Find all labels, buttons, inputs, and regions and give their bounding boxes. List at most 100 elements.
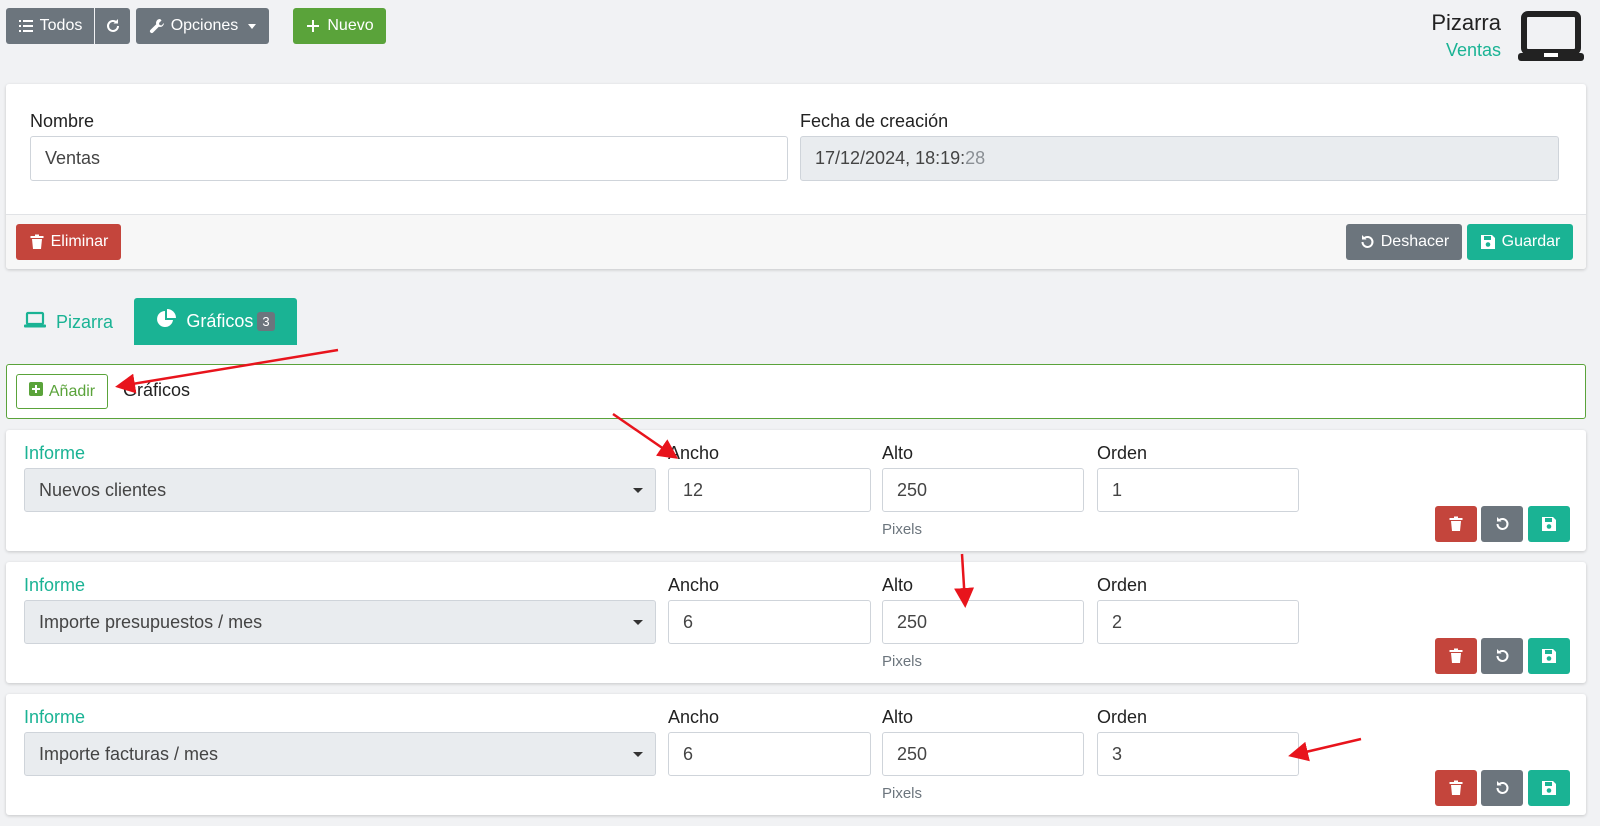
chevron-down-icon [633,488,643,493]
tab-pizarra[interactable]: Pizarra [18,300,119,344]
row-1-orden-value: 1 [1112,479,1123,500]
row-1-undo-button[interactable] [1481,506,1523,542]
charts-panel-header [6,364,1586,419]
row-3-orden-label: Orden [1097,707,1148,727]
opciones-button[interactable]: Opciones [136,8,269,44]
row-3-ancho-input[interactable]: 6 [668,732,871,776]
row-3-alto-label: Alto [882,707,914,727]
save-icon [1480,234,1496,250]
plus-icon [305,18,321,34]
row-3-delete-button[interactable] [1435,770,1477,806]
row-3-undo-button[interactable] [1481,770,1523,806]
eliminar-label: Eliminar [50,233,109,250]
eliminar-button[interactable]: Eliminar [16,224,121,260]
row-3-ancho-value: 6 [683,743,694,764]
tab-graficos-label: Gráficos [186,311,254,331]
save-icon [1541,516,1557,532]
row-3-informe-select[interactable]: Importe facturas / mes [24,732,656,776]
row-3-alto-value: 250 [897,743,928,764]
pie-chart-icon [156,309,177,334]
wrench-icon [149,18,165,34]
row-2-orden-label: Orden [1097,575,1148,595]
trash-icon [1448,648,1464,664]
add-chart-button[interactable]: Añadir [16,374,108,409]
laptop-icon [24,311,46,334]
row-1-orden-label: Orden [1097,443,1148,463]
row-2-alto-input[interactable]: 250 [882,600,1084,644]
row-3-ancho-label: Ancho [668,707,720,727]
nombre-input[interactable]: Ventas [30,136,788,181]
row-3-orden-input[interactable]: 3 [1097,732,1299,776]
row-1-orden-input[interactable]: 1 [1097,468,1299,512]
row-1-save-button[interactable] [1528,506,1570,542]
row-2-orden-value: 2 [1112,611,1123,632]
save-icon [1541,780,1557,796]
add-chart-label: Añadir [48,382,96,400]
todos-label: Todos [39,17,83,34]
row-1-alto-input[interactable]: 250 [882,468,1084,512]
row-3-alto-hint: Pixels [882,785,923,802]
tab-graficos[interactable]: Gráficos 3 [134,298,297,345]
fecha-value: 17/12/2024, 18:19: [815,148,966,168]
save-icon [1541,648,1557,664]
row-3-orden-value: 3 [1112,743,1123,764]
nombre-label: Nombre [30,111,95,131]
row-2-informe-select[interactable]: Importe presupuestos / mes [24,600,656,644]
nombre-value: Ventas [45,148,101,168]
row-1-informe-label: Informe [24,443,86,463]
row-2-alto-value: 250 [897,611,928,632]
deshacer-label: Deshacer [1380,233,1450,250]
row-1-alto-hint: Pixels [882,521,923,538]
row-2-ancho-value: 6 [683,611,694,632]
row-2-save-button[interactable] [1528,638,1570,674]
row-2-undo-button[interactable] [1481,638,1523,674]
row-3-alto-input[interactable]: 250 [882,732,1084,776]
todos-button[interactable]: Todos [6,8,94,44]
fecha-label: Fecha de creación [800,111,949,131]
row-1-ancho-label: Ancho [668,443,720,463]
row-1-informe-value: Nuevos clientes [39,479,167,500]
chevron-down-icon [633,752,643,757]
nuevo-label: Nuevo [327,17,374,34]
opciones-label: Opciones [170,17,239,34]
trash-icon [29,234,45,250]
refresh-icon [105,18,121,34]
undo-icon [1359,234,1375,250]
fecha-input: 17/12/2024, 18:19: 28 [800,136,1559,181]
charts-panel-title: Gráficos [123,380,191,400]
nuevo-button[interactable]: Nuevo [293,8,386,44]
row-2-ancho-input[interactable]: 6 [668,600,871,644]
row-2-orden-input[interactable]: 2 [1097,600,1299,644]
row-1-ancho-input[interactable]: 12 [668,468,871,512]
trash-icon [1448,516,1464,532]
row-2-ancho-label: Ancho [668,575,720,595]
row-1-alto-value: 250 [897,479,928,500]
page-title: Pizarra [1431,10,1501,35]
guardar-label: Guardar [1501,233,1561,250]
guardar-button[interactable]: Guardar [1467,224,1573,260]
row-1-ancho-value: 12 [683,479,704,500]
row-2-informe-label: Informe [24,575,86,595]
chevron-down-icon [248,23,257,29]
row-3-save-button[interactable] [1528,770,1570,806]
row-3-informe-value: Importe facturas / mes [39,743,219,764]
undo-icon [1494,516,1510,532]
undo-icon [1494,648,1510,664]
refresh-button[interactable] [95,8,130,44]
tab-pizarra-label: Pizarra [56,311,114,332]
row-2-delete-button[interactable] [1435,638,1477,674]
page-subtitle: Ventas [1445,40,1501,60]
row-3-informe-label: Informe [24,707,86,727]
row-1-alto-label: Alto [882,443,914,463]
row-2-alto-hint: Pixels [882,653,923,670]
laptop-icon [1518,11,1584,68]
trash-icon [1448,780,1464,796]
deshacer-button[interactable]: Deshacer [1346,224,1462,260]
row-1-informe-select[interactable]: Nuevos clientes [24,468,656,512]
chevron-down-icon [633,620,643,625]
fecha-seconds: 28 [965,148,986,168]
tab-graficos-badge: 3 [257,312,275,331]
row-2-informe-value: Importe presupuestos / mes [39,611,263,632]
row-1-delete-button[interactable] [1435,506,1477,542]
plus-square-icon [28,382,43,401]
